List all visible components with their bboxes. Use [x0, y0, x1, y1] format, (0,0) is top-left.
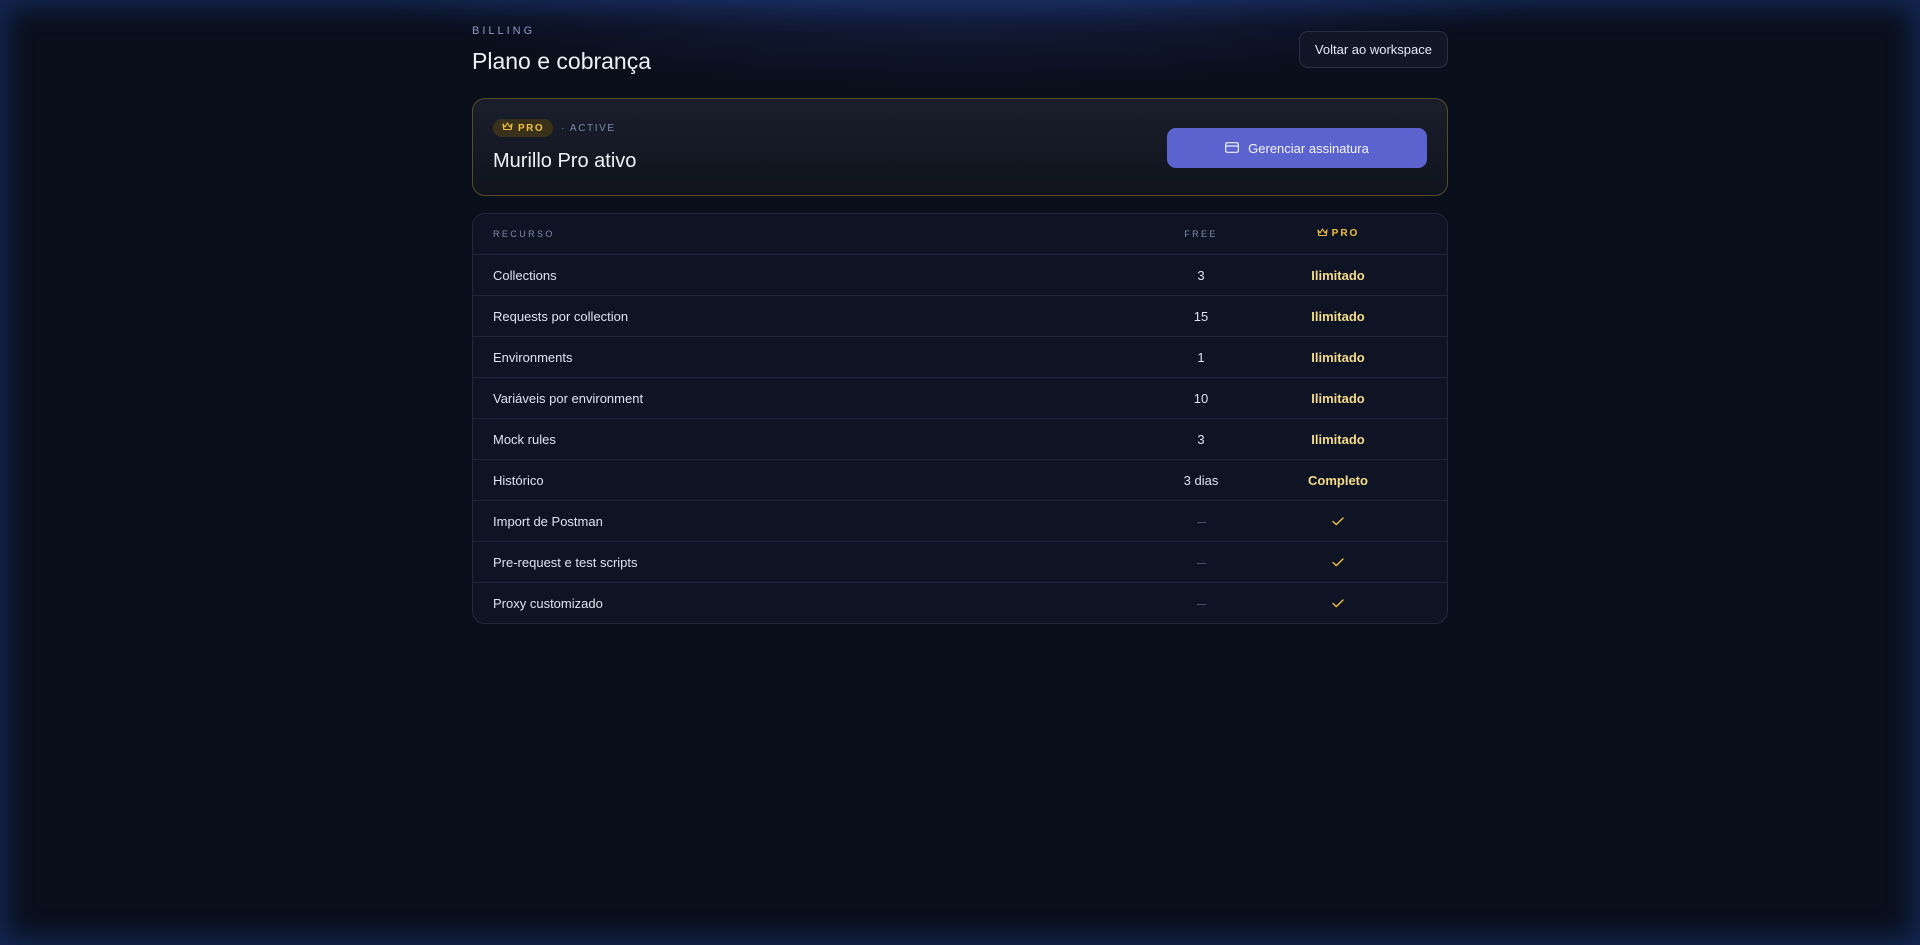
crown-icon [502, 122, 513, 134]
pro-value: Ilimitado [1311, 349, 1365, 365]
billing-container: BILLING Plano e cobrança Voltar ao works… [472, 0, 1448, 624]
check-icon [1332, 555, 1344, 570]
free-value: 3 [1197, 267, 1205, 283]
column-header-pro-label: PRO [1331, 228, 1360, 239]
table-row: Collections 3 Ilimitado [473, 254, 1447, 295]
pro-value: Ilimitado [1311, 308, 1365, 324]
manage-subscription-button[interactable]: Gerenciar assinatura [1167, 128, 1427, 168]
pro-badge-label: PRO [518, 122, 545, 134]
table-row: Variáveis por environment 10 Ilimitado [473, 377, 1447, 418]
section-eyebrow: BILLING [472, 25, 536, 37]
plan-comparison-table: RECURSO FREE PRO Collections 3 Ilimitado Re… [472, 213, 1448, 624]
table-row: Requests por collection 15 Ilimitado [473, 295, 1447, 336]
dash-icon [1196, 603, 1206, 605]
crown-icon [1317, 228, 1328, 240]
feature-name: Proxy customizado [493, 595, 603, 611]
free-value: 1 [1197, 349, 1205, 365]
plan-badges: PRO · ACTIVE [493, 119, 616, 137]
table-row: Mock rules 3 Ilimitado [473, 418, 1447, 459]
dash-icon [1196, 562, 1206, 564]
free-value: 3 dias [1183, 472, 1219, 488]
column-header-pro: PRO [1273, 228, 1403, 240]
billing-page: BILLING Plano e cobrança Voltar ao works… [0, 0, 1920, 945]
back-to-workspace-button[interactable]: Voltar ao workspace [1298, 31, 1448, 68]
pro-value: Ilimitado [1311, 390, 1365, 406]
table-row: Environments 1 Ilimitado [473, 336, 1447, 377]
feature-name: Mock rules [493, 431, 556, 447]
column-header-free: FREE [1184, 229, 1218, 239]
pro-value: Ilimitado [1311, 431, 1365, 447]
pro-value [1273, 513, 1403, 529]
feature-name: Collections [493, 267, 557, 283]
free-value [1151, 555, 1251, 570]
free-value [1151, 596, 1251, 611]
dash-icon [1196, 521, 1206, 523]
pro-value: Completo [1308, 472, 1368, 488]
free-value: 3 [1197, 431, 1205, 447]
column-header-feature: RECURSO [493, 229, 555, 239]
pro-badge: PRO [493, 119, 554, 137]
manage-subscription-label: Gerenciar assinatura [1248, 140, 1369, 156]
table-row: Import de Postman [473, 500, 1447, 541]
page-header: BILLING Plano e cobrança Voltar ao works… [472, 0, 1448, 98]
table-row: Pre-request e test scripts [473, 541, 1447, 582]
page-title: Plano e cobrança [472, 48, 652, 74]
table-header-row: RECURSO FREE PRO [473, 214, 1447, 254]
check-icon [1332, 514, 1344, 529]
feature-name: Pre-request e test scripts [493, 554, 638, 570]
feature-name: Requests por collection [493, 308, 629, 324]
pro-value: Ilimitado [1311, 267, 1365, 283]
feature-name: Environments [493, 349, 573, 365]
feature-name: Histórico [493, 472, 544, 488]
current-plan-card: PRO · ACTIVE Murillo Pro ativo Gerenciar… [472, 98, 1448, 196]
table-body: Collections 3 Ilimitado Requests por collec… [473, 254, 1447, 623]
check-icon [1332, 596, 1344, 611]
table-row: Proxy customizado [473, 582, 1447, 623]
free-value [1151, 514, 1251, 529]
pro-value [1273, 554, 1403, 570]
pro-value [1273, 595, 1403, 611]
free-value: 15 [1193, 308, 1209, 324]
table-row: Histórico 3 dias Completo [473, 459, 1447, 500]
feature-name: Variáveis por environment [493, 390, 644, 406]
feature-name: Import de Postman [493, 513, 603, 529]
credit-card-icon [1225, 141, 1240, 156]
plan-status: · ACTIVE [561, 122, 616, 134]
plan-name: Murillo Pro ativo [493, 150, 637, 172]
free-value: 10 [1193, 390, 1209, 406]
